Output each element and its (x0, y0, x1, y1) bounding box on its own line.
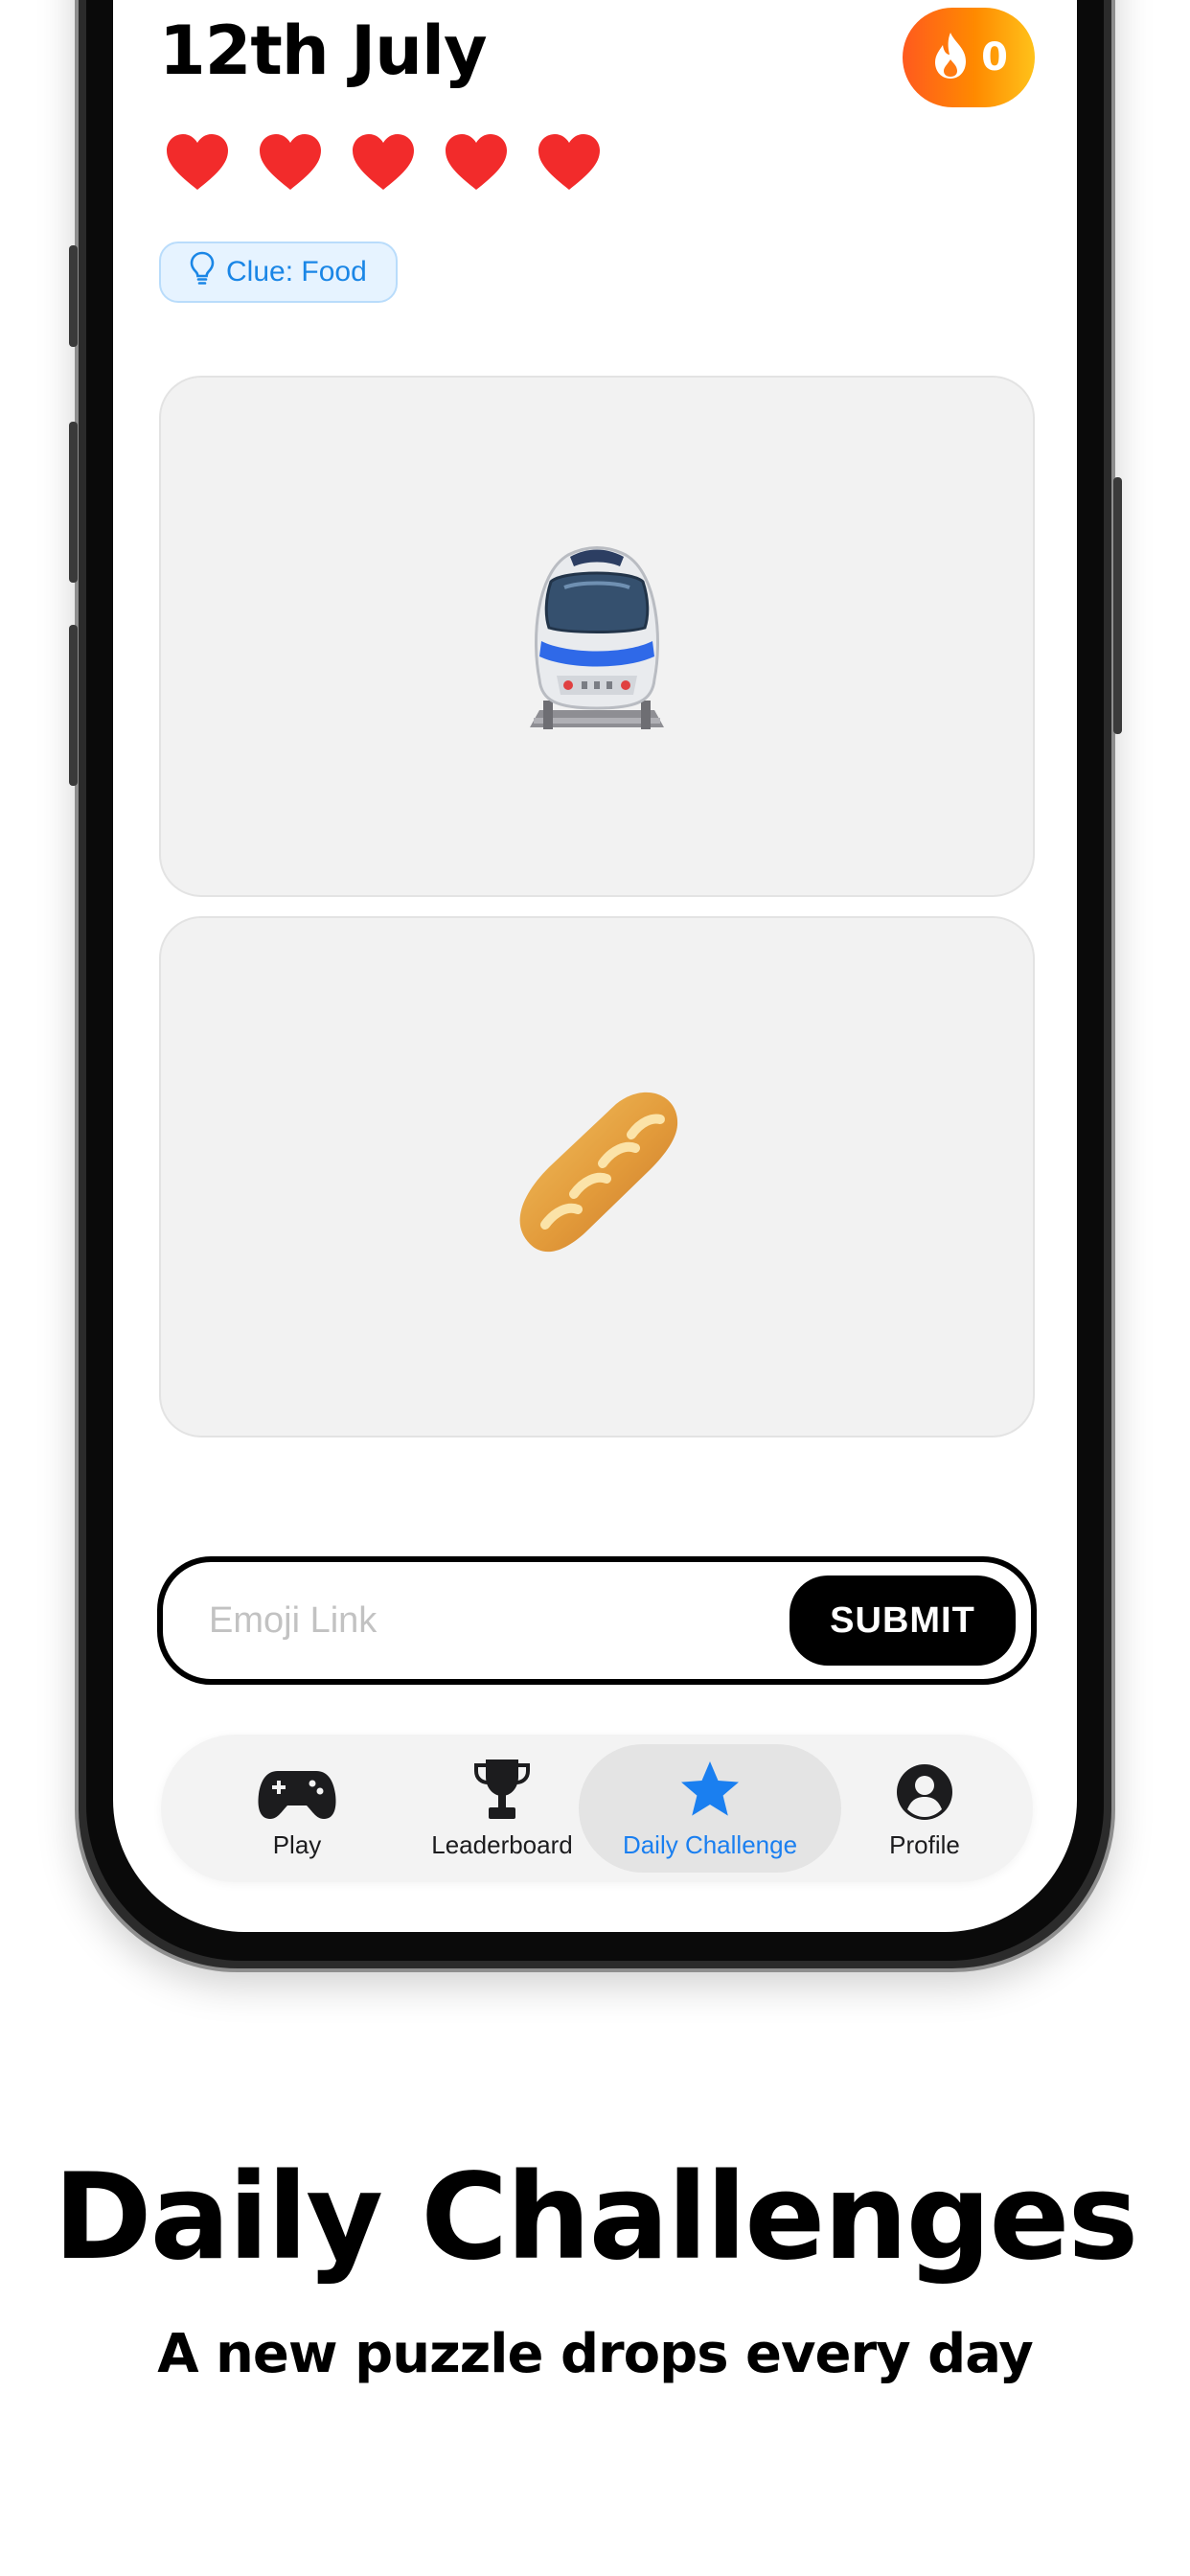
tab-bar: Play Leaderboard Daily Challenge Profile (161, 1735, 1033, 1882)
tab-leaderboard[interactable]: Leaderboard (406, 1744, 598, 1873)
tab-play[interactable]: Play (205, 1744, 389, 1873)
stage: 12th July 0 Clue: Food Emoji Link SUBMIT… (0, 0, 1190, 2576)
marketing-headline: Daily Challenges (53, 2149, 1139, 2287)
star-icon (678, 1758, 742, 1821)
marketing-subline: A new puzzle drops every day (157, 2323, 1034, 2385)
page-title: 12th July (159, 12, 488, 90)
app-screen: 12th July 0 Clue: Food Emoji Link SUBMIT… (113, 0, 1077, 1932)
emoji-card-1 (159, 376, 1035, 897)
submit-button[interactable]: SUBMIT (790, 1576, 1016, 1666)
baguette-emoji (519, 1092, 678, 1253)
lightbulb-icon (190, 251, 215, 293)
flame-icon (929, 31, 972, 84)
power-button (1113, 477, 1122, 734)
streak-count: 0 (981, 35, 1008, 80)
trophy-icon (472, 1758, 532, 1821)
tab-profile[interactable]: Profile (853, 1744, 996, 1873)
emoji-card-2 (159, 916, 1035, 1438)
heart-icon (446, 134, 507, 190)
heart-icon (538, 134, 600, 190)
tab-label: Play (272, 1829, 322, 1859)
answer-input-box[interactable]: Emoji Link SUBMIT (157, 1556, 1037, 1685)
streak-badge[interactable]: 0 (903, 8, 1035, 107)
heart-icon (167, 134, 228, 190)
tab-label: Daily Challenge (622, 1829, 798, 1859)
volume-down-button (69, 625, 78, 786)
action-button (69, 245, 78, 347)
tab-label: Leaderboard (431, 1829, 573, 1859)
lives-hearts (165, 132, 602, 192)
gamepad-icon (257, 1758, 337, 1821)
volume-up-button (69, 422, 78, 583)
clue-label: Clue: Food (226, 256, 367, 288)
tab-label: Profile (889, 1829, 960, 1859)
person-circle-icon (896, 1758, 953, 1821)
tab-daily-challenge[interactable]: Daily Challenge (579, 1744, 841, 1873)
clue-badge[interactable]: Clue: Food (159, 242, 398, 303)
screen-content: 12th July 0 Clue: Food Emoji Link SUBMIT… (113, 0, 1077, 1932)
heart-icon (353, 134, 414, 190)
train-emoji (530, 546, 664, 729)
emoji-link-input[interactable]: Emoji Link (209, 1562, 377, 1679)
heart-icon (260, 134, 321, 190)
